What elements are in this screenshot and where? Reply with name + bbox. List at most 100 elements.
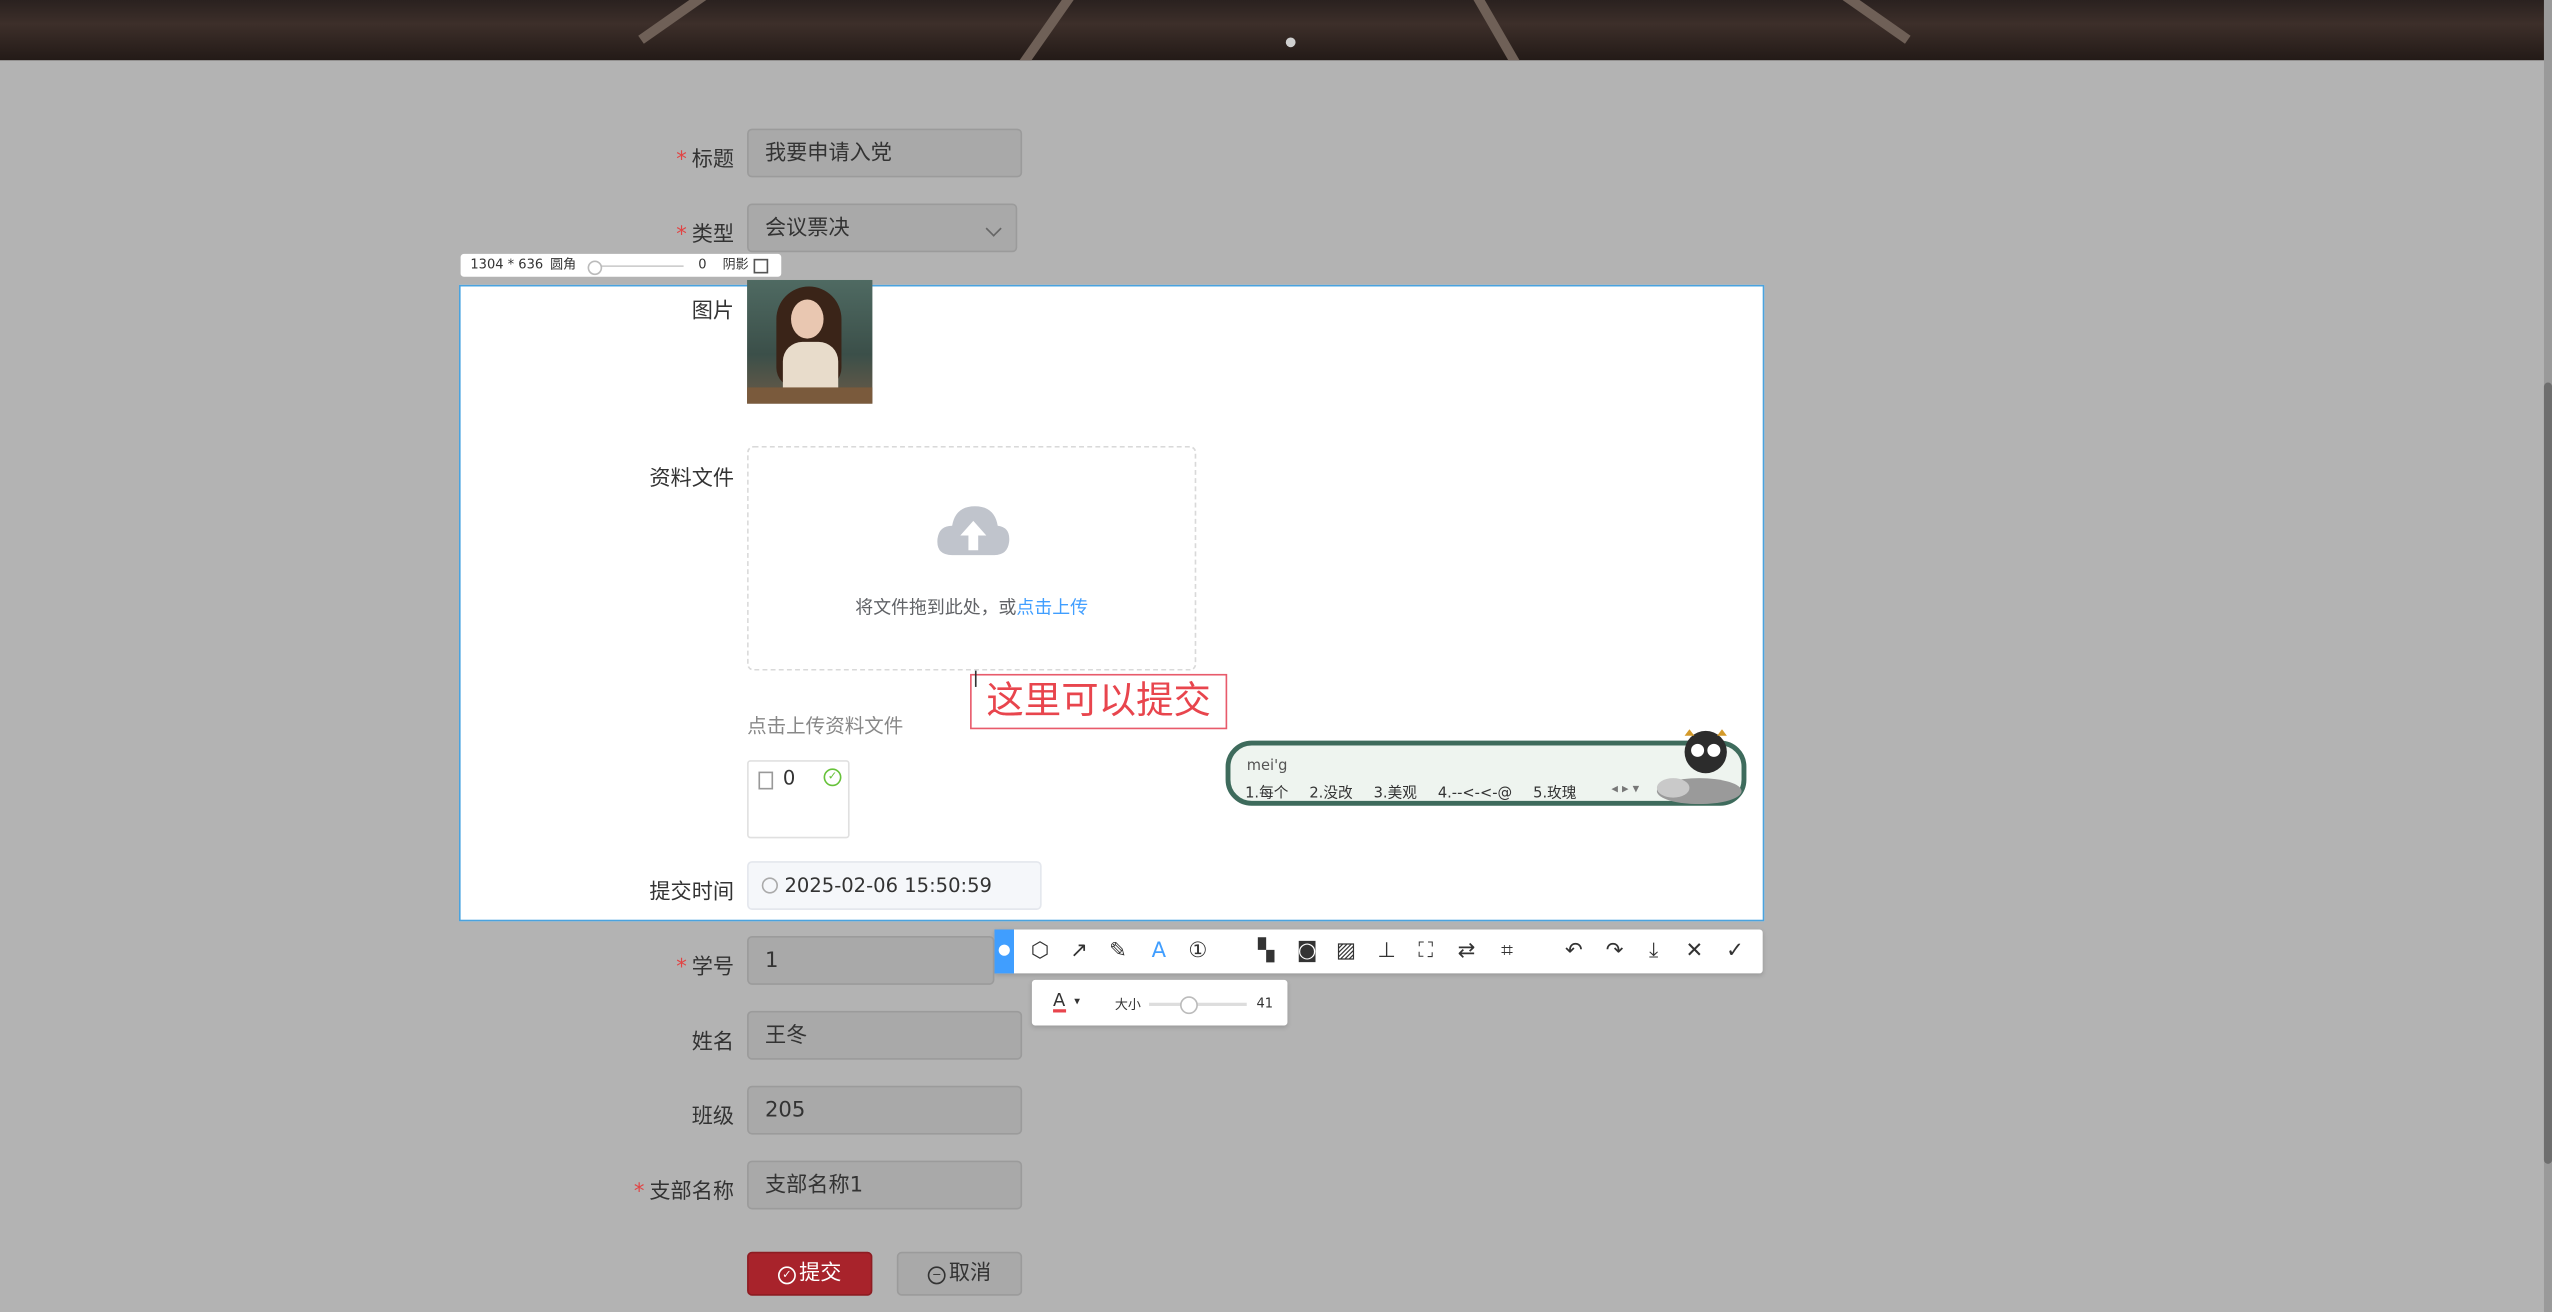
file-count: 0 [782,766,796,790]
upload-hint: 点击上传资料文件 [747,714,904,738]
branch-label: * 支部名称 [539,1174,735,1205]
translate-icon[interactable]: ⇄ [1447,929,1486,973]
type-select[interactable]: 会议票决 [747,203,1018,253]
number-icon[interactable]: ① [1178,929,1217,973]
type-label: * 类型 [539,216,734,247]
banner-image [0,0,2546,61]
ocr-icon[interactable]: ⛶ [1406,929,1445,973]
rail-decoration [638,0,724,44]
ime-candidate[interactable]: 1.每个 [1245,786,1288,802]
shape-icon[interactable]: ⬡ [1021,929,1060,973]
carousel-dot[interactable] [1285,37,1296,48]
check-circle-icon: ✓ [777,1266,796,1285]
clock-icon [761,877,778,894]
undo-icon[interactable]: ↶ [1554,929,1593,973]
name-label: 姓名 [691,1030,735,1055]
student-id-label-text: 学号 [691,955,735,980]
download-icon[interactable]: ⤓ [1634,929,1673,973]
brush-icon[interactable]: ● [994,929,1014,974]
pin-icon[interactable]: ⊥ [1367,929,1406,973]
scan-icon[interactable]: ⌗ [1488,929,1527,973]
text-options-bar: A ▾ 大小 41 [1031,979,1288,1026]
blur-icon[interactable]: ◙ [1287,929,1326,973]
cancel-button-label: 取消 [948,1261,992,1286]
text-color-icon[interactable]: A [1053,991,1066,1013]
annotation-text-box[interactable]: 这里可以提交 [970,673,1228,730]
upload-cloud-icon [937,506,1010,556]
ime-candidate[interactable]: 2.没改 [1309,786,1352,802]
redo-icon[interactable]: ↷ [1595,929,1634,973]
submit-button[interactable]: ✓ 提交 [747,1251,873,1296]
text-cursor [974,670,977,687]
screenshot-size-bar: 1304 * 636 圆角 0 阴影 [460,253,782,277]
branch-label-text: 支部名称 [649,1180,735,1205]
title-label: * 标题 [539,142,735,173]
title-label-text: 标题 [691,148,735,173]
font-size-label: 大小 [1114,997,1141,1013]
document-icon [758,771,774,790]
name-input[interactable]: 王冬 [747,1010,1023,1060]
page: * 标题 我要申请入党 * 类型 会议票决 1304 * 636 圆角 0 阴影 图… [0,0,2552,1312]
submit-time-label: 提交时间 [649,880,735,906]
drop-instructions: 将文件拖到此处，或点击上传 [749,594,1195,620]
rail-decoration [1019,0,1084,61]
ime-candidate[interactable]: 3.美观 [1374,786,1417,802]
ime-mascot-icon [1656,729,1742,805]
image-label: 图片 [691,299,735,324]
class-label: 班级 [691,1105,735,1130]
check-icon[interactable]: ✓ [1715,929,1754,973]
click-upload-link[interactable]: 点击上传 [1016,597,1088,618]
cancel-button[interactable]: − 取消 [896,1251,1023,1296]
photo-body [782,341,839,391]
title-input[interactable]: 我要申请入党 [747,128,1023,178]
submit-button-label: 提交 [799,1261,842,1286]
ime-candidate[interactable]: 5.玫瑰 [1533,786,1576,802]
file-label: 资料文件 [649,467,735,492]
chevron-down-icon [985,220,1002,237]
student-id-label: * 学号 [539,949,734,980]
submit-time-input[interactable]: 2025-02-06 15:50:59 [747,861,1042,910]
required-mark: * [676,148,687,173]
type-select-value: 会议票决 [764,216,850,241]
font-size-value: 41 [1256,996,1274,1011]
uploaded-photo[interactable] [747,279,873,404]
rail-decoration [1465,0,1523,61]
screenshot-toolbar: ● ⬡ ↗ ✎ A ① ▚ ◙ ▨ ⊥ ⛶ ⇄ ⌗ ↶ ↷ ⤓ ✕ ✓ [994,929,1763,974]
file-card[interactable]: 0 ✓ [747,760,850,839]
type-label-text: 类型 [691,223,735,248]
mosaic-icon[interactable]: ▚ [1247,929,1286,973]
photo-desk [747,387,873,404]
student-id-input[interactable]: 1 [747,935,995,985]
scrollbar-thumb[interactable] [2543,382,2552,1164]
class-input[interactable]: 205 [747,1085,1023,1135]
required-mark: * [676,223,687,248]
close-icon[interactable]: ✕ [1675,929,1714,973]
text-icon[interactable]: A [1139,929,1178,973]
shadow-checkbox[interactable] [753,258,769,274]
selection-size: 1304 * 636 [470,257,544,272]
drop-text: 将文件拖到此处，或 [855,597,1017,619]
ime-page-arrows-icon[interactable]: ◂ ▸ ▾ [1611,781,1639,796]
rail-decoration [1824,0,1911,44]
required-mark: * [633,1180,645,1205]
ime-candidate-window: mei'g 1.每个 2.没改 3.美观 4.--<-<-@ 5.玫瑰 ◂ ▸ … [1225,729,1747,806]
minus-circle-icon: − [927,1266,946,1285]
ime-candidate[interactable]: 4.--<-<-@ [1438,786,1512,802]
success-check-icon: ✓ [823,768,842,787]
required-mark: * [676,955,687,980]
radius-slider[interactable] [594,265,684,267]
font-size-slider-knob[interactable] [1180,996,1198,1015]
file-dropzone[interactable]: 将文件拖到此处，或点击上传 [747,446,1197,671]
shadow-label: 阴影 [722,257,749,272]
chevron-down-icon[interactable]: ▾ [1074,995,1080,1008]
ime-composition: mei'g [1246,758,1288,775]
radius-value: 0 [698,257,707,272]
radius-slider-knob[interactable] [587,260,603,276]
photo-face [791,299,824,339]
pen-icon[interactable]: ✎ [1099,929,1138,973]
branch-input[interactable]: 支部名称1 [747,1160,1023,1210]
radius-label: 圆角 [550,257,577,272]
hatch-icon[interactable]: ▨ [1326,929,1365,973]
submit-time-value: 2025-02-06 15:50:59 [784,874,992,897]
arrow-icon[interactable]: ↗ [1060,929,1099,973]
